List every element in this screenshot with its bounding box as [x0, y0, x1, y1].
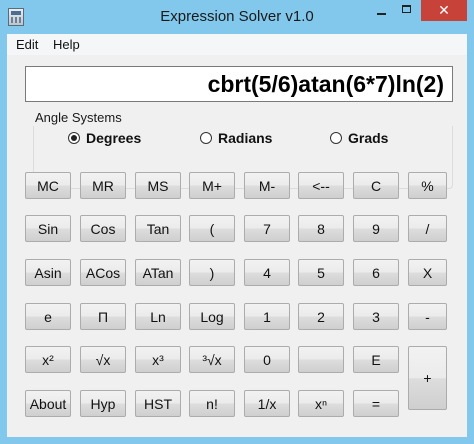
digit-7-button[interactable]: 7 — [244, 215, 290, 242]
radio-grads[interactable]: Grads — [330, 130, 388, 146]
add-button[interactable]: + — [408, 346, 447, 410]
close-paren-button[interactable]: ) — [189, 259, 235, 286]
decimal-point-button[interactable] — [298, 346, 344, 373]
radio-degrees-label: Degrees — [86, 130, 142, 146]
digit-5-button[interactable]: 5 — [298, 259, 344, 286]
factorial-button[interactable]: n! — [189, 390, 235, 417]
equals-button[interactable]: = — [353, 390, 399, 417]
cube-root-button[interactable]: ³√x — [189, 346, 235, 373]
radio-grads-indicator[interactable] — [330, 132, 342, 144]
hyp-button[interactable]: Hyp — [80, 390, 126, 417]
ln-button[interactable]: Ln — [135, 303, 181, 330]
menu-edit[interactable]: Edit — [11, 37, 43, 52]
hst-button[interactable]: HST — [135, 390, 181, 417]
mc-button[interactable]: MC — [25, 172, 71, 199]
radio-radians-label: Radians — [218, 130, 273, 146]
about-button[interactable]: About — [25, 390, 71, 417]
digit-1-button[interactable]: 1 — [244, 303, 290, 330]
radio-degrees[interactable]: Degrees — [68, 130, 141, 146]
digit-0-button[interactable]: 0 — [244, 346, 290, 373]
atan-button[interactable]: ATan — [135, 259, 181, 286]
sin-button[interactable]: Sin — [25, 215, 71, 242]
radio-degrees-indicator[interactable] — [68, 132, 80, 144]
angle-systems-label: Angle Systems — [35, 110, 122, 125]
pi-button[interactable]: Π — [80, 303, 126, 330]
app-window: Expression Solver v1.0 ✕ Edit Help cbrt(… — [0, 0, 474, 444]
backspace-button[interactable]: <-- — [298, 172, 344, 199]
digit-3-button[interactable]: 3 — [353, 303, 399, 330]
euler-e-button[interactable]: e — [25, 303, 71, 330]
radio-radians-indicator[interactable] — [200, 132, 212, 144]
asin-button[interactable]: Asin — [25, 259, 71, 286]
open-paren-button[interactable]: ( — [189, 215, 235, 242]
mr-button[interactable]: MR — [80, 172, 126, 199]
digit-6-button[interactable]: 6 — [353, 259, 399, 286]
expression-display[interactable]: cbrt(5/6)atan(6*7)ln(2) — [25, 66, 453, 102]
digit-2-button[interactable]: 2 — [298, 303, 344, 330]
sqrt-button[interactable]: √x — [80, 346, 126, 373]
square-button[interactable]: x² — [25, 346, 71, 373]
log-button[interactable]: Log — [189, 303, 235, 330]
digit-4-button[interactable]: 4 — [244, 259, 290, 286]
exponent-e-button[interactable]: E — [353, 346, 399, 373]
menu-bar: Edit Help — [7, 34, 467, 55]
power-button[interactable]: xⁿ — [298, 390, 344, 417]
cube-button[interactable]: x³ — [135, 346, 181, 373]
client-area: Edit Help cbrt(5/6)atan(6*7)ln(2) Angle … — [7, 34, 467, 437]
acos-button[interactable]: ACos — [80, 259, 126, 286]
reciprocal-button[interactable]: 1/x — [244, 390, 290, 417]
multiply-button[interactable]: X — [408, 259, 447, 286]
m-plus-button[interactable]: M+ — [189, 172, 235, 199]
close-icon: ✕ — [438, 2, 450, 18]
maximize-button[interactable] — [394, 0, 421, 21]
subtract-button[interactable]: - — [408, 303, 447, 330]
minimize-button[interactable] — [368, 0, 394, 21]
title-bar[interactable]: Expression Solver v1.0 ✕ — [0, 0, 474, 34]
tan-button[interactable]: Tan — [135, 215, 181, 242]
cos-button[interactable]: Cos — [80, 215, 126, 242]
digit-8-button[interactable]: 8 — [298, 215, 344, 242]
clear-button[interactable]: C — [353, 172, 399, 199]
radio-radians[interactable]: Radians — [200, 130, 272, 146]
divide-button[interactable]: / — [408, 215, 447, 242]
digit-9-button[interactable]: 9 — [353, 215, 399, 242]
menu-help[interactable]: Help — [48, 37, 85, 52]
close-button[interactable]: ✕ — [421, 0, 467, 21]
m-minus-button[interactable]: M- — [244, 172, 290, 199]
percent-button[interactable]: % — [408, 172, 447, 199]
ms-button[interactable]: MS — [135, 172, 181, 199]
radio-grads-label: Grads — [348, 130, 389, 146]
